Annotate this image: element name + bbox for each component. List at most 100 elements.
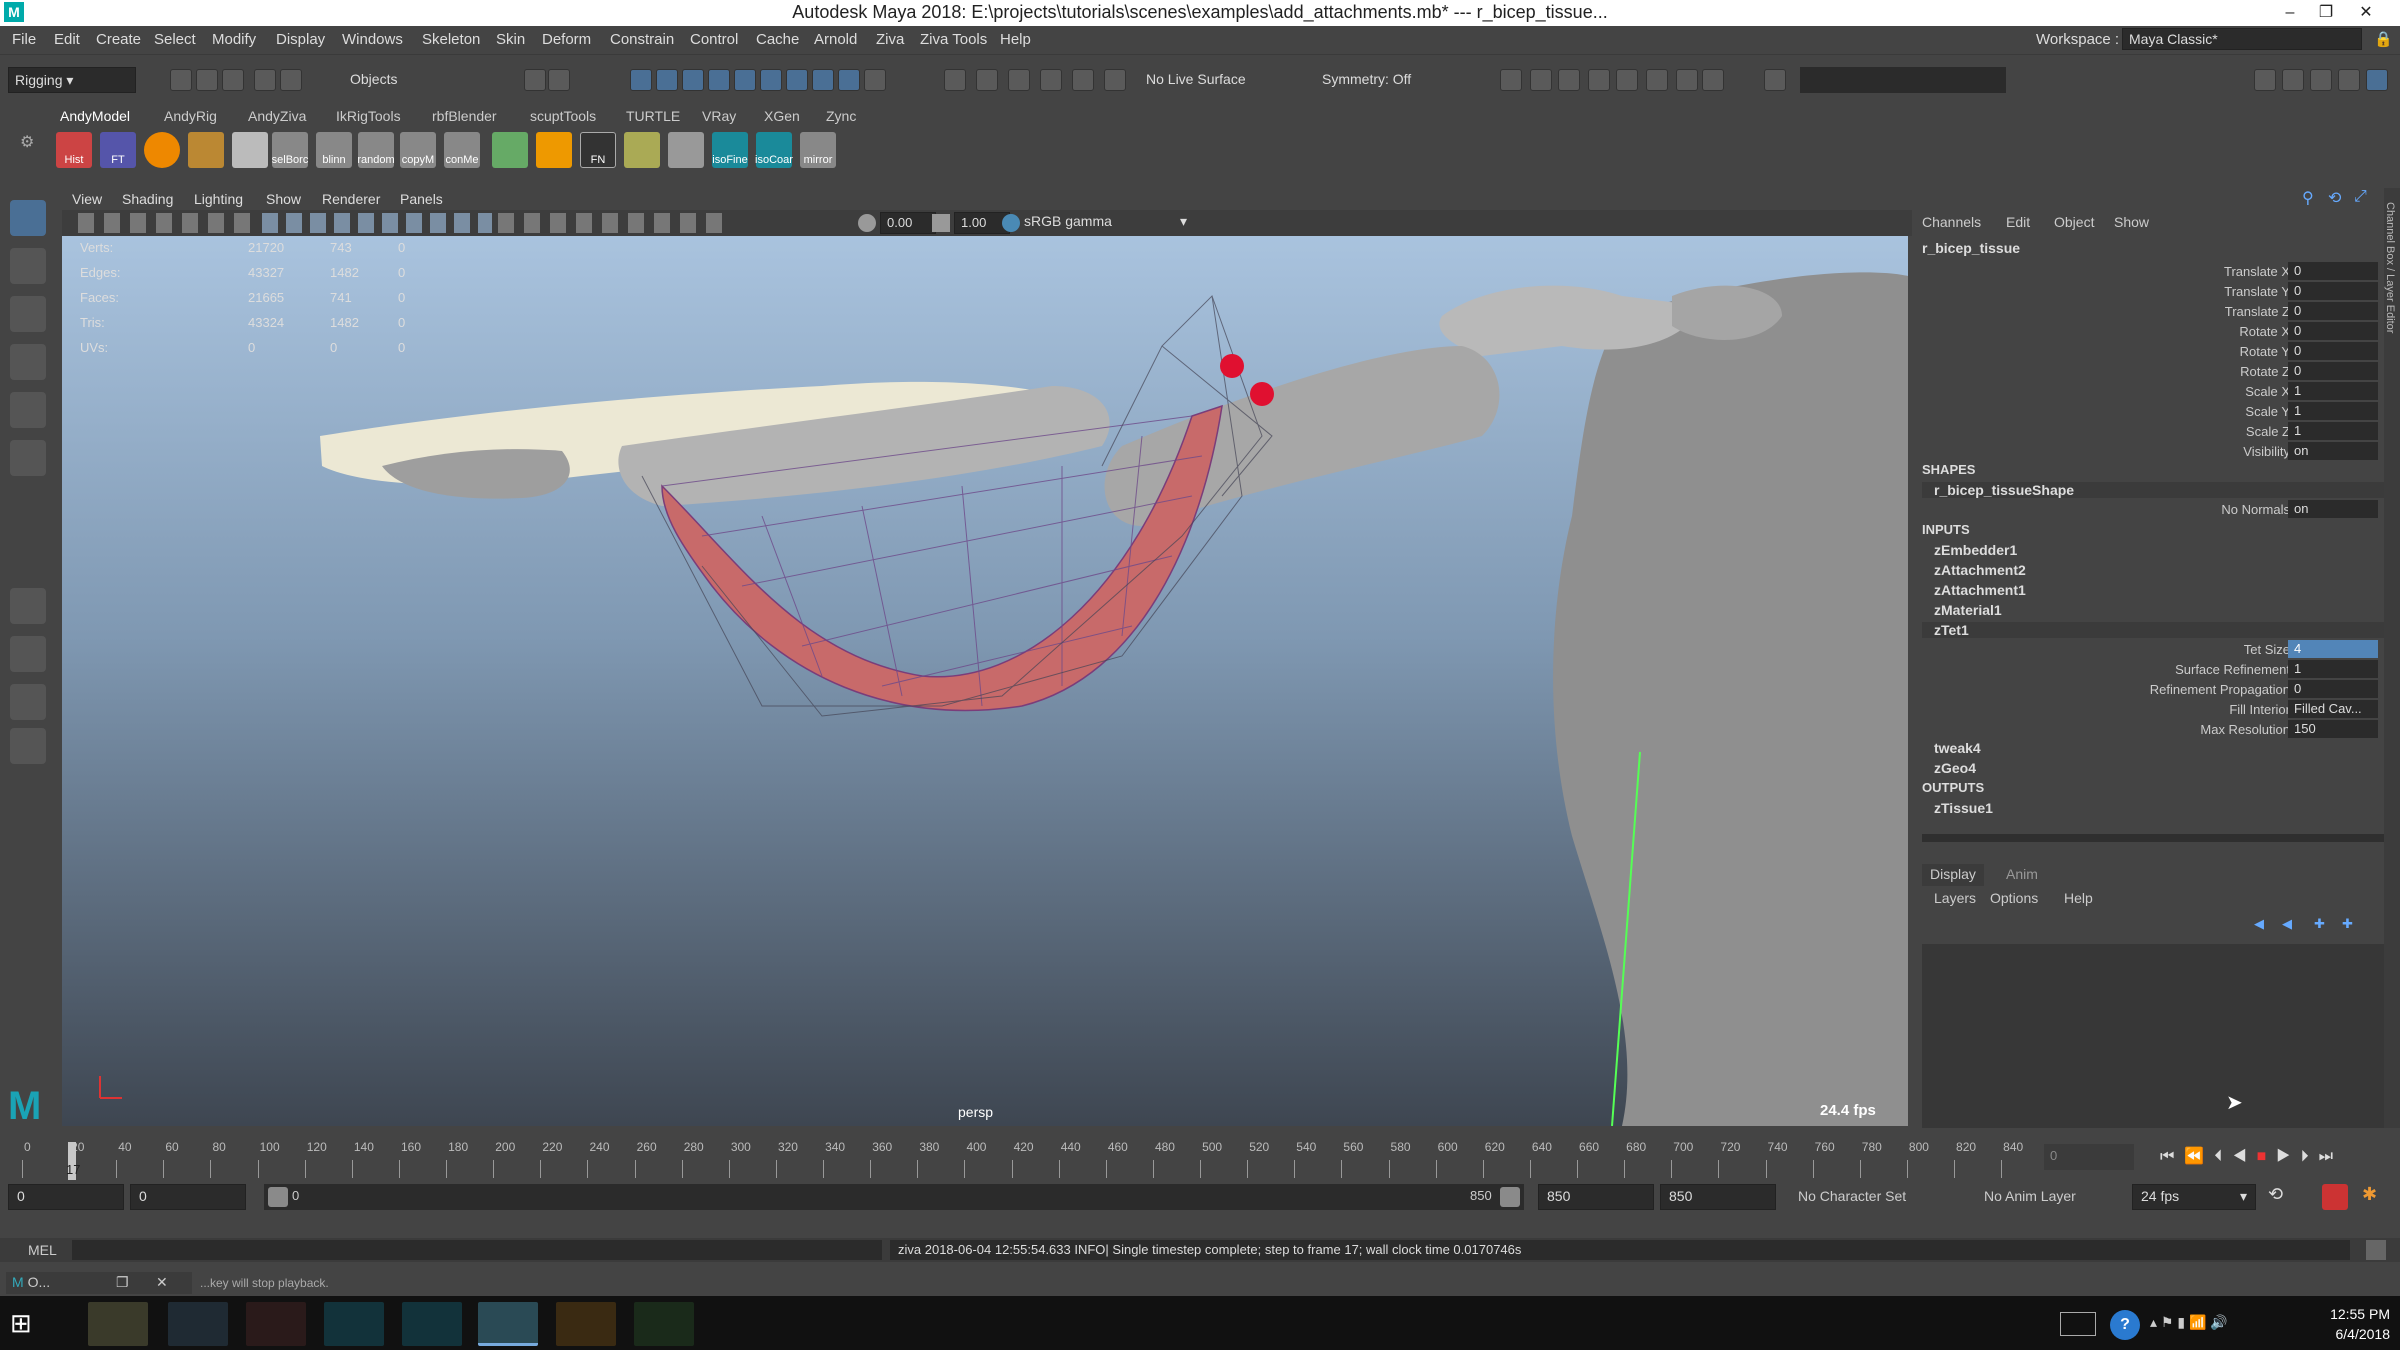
script-editor-icon[interactable] xyxy=(2366,1240,2386,1260)
snap-help-icon[interactable] xyxy=(838,69,860,91)
windows-start-icon[interactable]: ⊞ xyxy=(10,1308,40,1338)
fps-dropdown[interactable]: 24 fps ▾ xyxy=(2132,1184,2256,1210)
menu-skeleton[interactable]: Skeleton xyxy=(422,31,480,48)
single-pane-layout-icon[interactable] xyxy=(10,588,46,624)
current-frame-field[interactable]: 0 xyxy=(2044,1144,2134,1170)
channel-value[interactable]: 0 xyxy=(2288,322,2378,340)
system-tray-icons[interactable]: ▴ ⚑ ▮ 📶 🔊 xyxy=(2150,1314,2290,1336)
channel-value[interactable]: 0 xyxy=(2288,262,2378,280)
channel-value[interactable]: 0 xyxy=(2288,282,2378,300)
close-button[interactable]: ✕ xyxy=(2348,0,2384,26)
taskbar-maya-launcher-icon[interactable] xyxy=(324,1302,384,1346)
channelbox-menu-show[interactable]: Show xyxy=(2114,214,2149,230)
history-icon-6[interactable] xyxy=(1104,69,1126,91)
menu-help[interactable]: Help xyxy=(1000,31,1031,48)
input-node-zgeo4[interactable]: zGeo4 xyxy=(1934,760,1976,776)
paint-select-icon[interactable] xyxy=(10,296,46,332)
viewport-menu-lighting[interactable]: Lighting xyxy=(194,191,243,207)
live-surface-label[interactable]: No Live Surface xyxy=(1146,71,1246,87)
exposure-icon[interactable] xyxy=(858,214,876,232)
snap-view-icon[interactable] xyxy=(708,69,730,91)
history-icon-4[interactable] xyxy=(1040,69,1062,91)
step-back-frame-icon[interactable]: ⏴ xyxy=(2214,1148,2232,1165)
viewport-menu-view[interactable]: View xyxy=(72,191,102,207)
history-icon-2[interactable] xyxy=(976,69,998,91)
step-forward-frame-icon[interactable]: ⏵ xyxy=(2301,1148,2319,1165)
input-node-zembedder1[interactable]: zEmbedder1 xyxy=(1934,542,2017,558)
layer-tab-anim[interactable]: Anim xyxy=(2006,866,2038,882)
input-node-zattachment1[interactable]: zAttachment1 xyxy=(1934,582,2026,598)
anim-layer-dropdown[interactable]: No Anim Layer xyxy=(1984,1188,2076,1204)
symmetry-label[interactable]: Symmetry: Off xyxy=(1322,71,1411,87)
select-by-hierarchy-icon[interactable] xyxy=(524,69,546,91)
channel-value[interactable]: 0 xyxy=(2288,302,2378,320)
minimized-close-icon[interactable]: ✕ xyxy=(156,1274,168,1291)
render-sequence-icon[interactable] xyxy=(1530,69,1552,91)
channel-value[interactable]: on xyxy=(2288,442,2378,460)
select-tool-icon[interactable] xyxy=(10,200,46,236)
shelf-tab-turtle[interactable]: TURTLE xyxy=(626,108,680,124)
input-node-zmaterial1[interactable]: zMaterial1 xyxy=(1934,602,2002,618)
render-settings-icon[interactable] xyxy=(1588,69,1610,91)
redo-icon[interactable] xyxy=(280,69,302,91)
range-slider[interactable]: 0 850 xyxy=(264,1184,1524,1210)
range-end-handle[interactable] xyxy=(1500,1187,1520,1207)
playback-end-field[interactable]: 850 xyxy=(1538,1184,1654,1210)
channelbox-menu-object[interactable]: Object xyxy=(2054,214,2094,230)
shelf-tab-andymodel[interactable]: AndyModel xyxy=(60,108,130,124)
ipr-render-icon[interactable] xyxy=(1558,69,1580,91)
taskbar-terminal-icon[interactable] xyxy=(168,1302,228,1346)
shelf-tab-vray[interactable]: VRay xyxy=(702,108,736,124)
keyboard-icon[interactable] xyxy=(2060,1312,2096,1336)
exposure-field[interactable]: 0.00 xyxy=(880,212,936,234)
scale-tool-icon[interactable] xyxy=(10,440,46,476)
taskbar-app-icon[interactable] xyxy=(634,1302,694,1346)
input-node-ztet1[interactable]: zTet1 xyxy=(1922,622,2388,638)
channel-value[interactable]: 0 xyxy=(2288,362,2378,380)
menu-create[interactable]: Create xyxy=(96,31,141,48)
channel-value[interactable]: 0 xyxy=(2288,342,2378,360)
tet-attr-value-fill-interior[interactable]: Filled Cav... xyxy=(2288,700,2378,718)
four-pane-layout-icon[interactable] xyxy=(10,636,46,672)
lasso-tool-icon[interactable] xyxy=(10,248,46,284)
channelbox-menu-edit[interactable]: Edit xyxy=(2006,214,2030,230)
channelbox-tool-icon-2[interactable]: ⟲ xyxy=(2328,188,2348,208)
viewport-menu-show[interactable]: Show xyxy=(266,191,301,207)
workspace-dropdown[interactable]: Maya Classic* xyxy=(2122,28,2362,50)
shelf-tab-andyziva[interactable]: AndyZiva xyxy=(248,108,306,124)
shelf-gear-icon[interactable] xyxy=(668,132,704,168)
snap-grid-icon[interactable] xyxy=(630,69,652,91)
loop-icon[interactable]: ⟲ xyxy=(2268,1184,2294,1210)
menu-windows[interactable]: Windows xyxy=(342,31,403,48)
history-icon-1[interactable] xyxy=(944,69,966,91)
lock-icon[interactable]: 🔒 xyxy=(2374,30,2393,48)
mel-label[interactable]: MEL xyxy=(28,1242,57,1258)
arnold-render-icon[interactable] xyxy=(1676,69,1698,91)
auto-key-icon[interactable] xyxy=(2322,1184,2348,1210)
start-time-field[interactable]: 0 xyxy=(8,1184,124,1210)
play-forward-icon[interactable]: ▶ xyxy=(2276,1148,2300,1165)
snap-curve-icon[interactable] xyxy=(656,69,678,91)
menu-ziva-tools[interactable]: Ziva Tools xyxy=(920,31,987,48)
history-icon-5[interactable] xyxy=(1072,69,1094,91)
menu-file[interactable]: File xyxy=(12,31,36,48)
tet-attr-value-refinement-propagation[interactable]: 0 xyxy=(2288,680,2378,698)
tet-attr-value-tet-size[interactable]: 4 xyxy=(2288,640,2378,658)
new-layer-selected-icon[interactable]: ✚ xyxy=(2342,916,2362,932)
viewport-menu-renderer[interactable]: Renderer xyxy=(322,191,380,207)
pause-render-icon[interactable] xyxy=(1702,69,1724,91)
go-to-start-icon[interactable]: ⏮ xyxy=(2160,1148,2184,1165)
menu-edit[interactable]: Edit xyxy=(54,31,80,48)
layer-menu-layers[interactable]: Layers xyxy=(1934,890,1976,906)
menuset-dropdown[interactable]: Rigging ▾ xyxy=(8,67,136,93)
menu-deform[interactable]: Deform xyxy=(542,31,591,48)
shelf-brush-icon[interactable] xyxy=(624,132,660,168)
attribute-editor-icon[interactable] xyxy=(2310,69,2332,91)
colorspace-dropdown[interactable]: sRGB gamma ▾ xyxy=(1024,213,1204,233)
layer-tab-display[interactable]: Display xyxy=(1922,864,1984,886)
taskbar-maya-icon[interactable] xyxy=(402,1302,462,1346)
modeling-toolkit-icon[interactable] xyxy=(2254,69,2276,91)
save-scene-icon[interactable] xyxy=(222,69,244,91)
outliner-layout-icon[interactable] xyxy=(10,728,46,764)
shelf-poly-icon[interactable] xyxy=(232,132,268,168)
